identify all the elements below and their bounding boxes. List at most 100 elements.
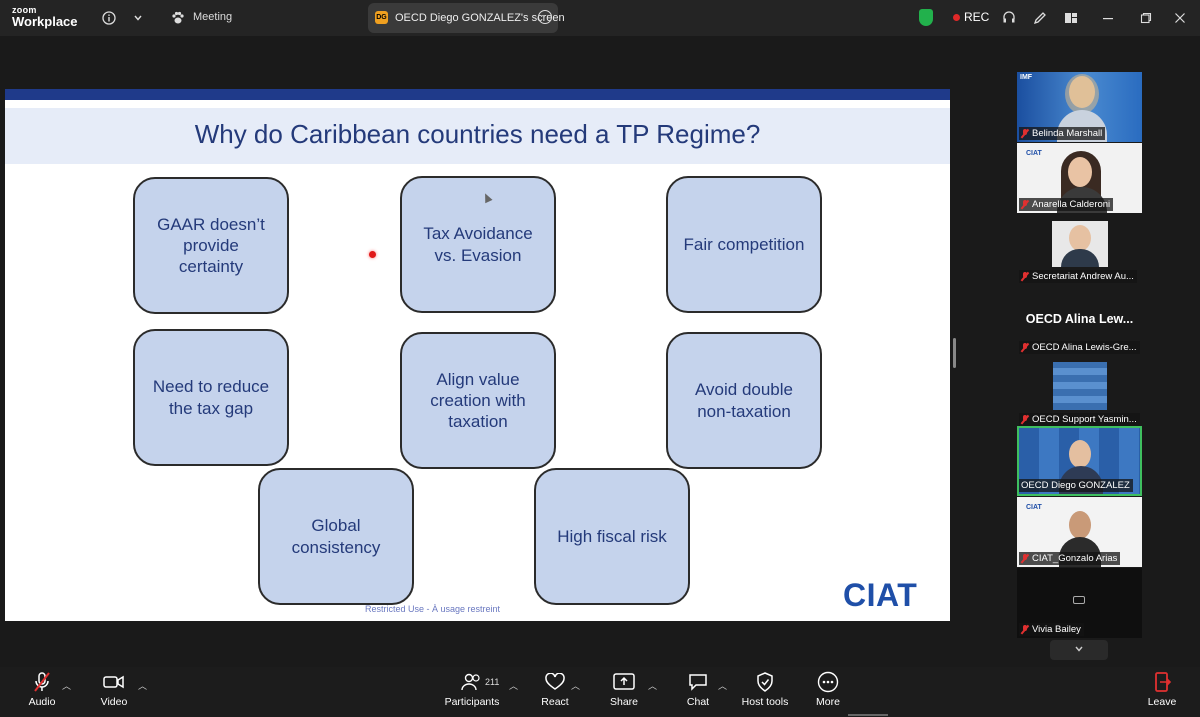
leave-button[interactable]: Leave — [1148, 667, 1176, 717]
audio-label: Audio — [28, 696, 56, 708]
participant-tile[interactable]: IMF Belinda Marshall — [1017, 72, 1142, 142]
minimize-icon[interactable] — [1098, 8, 1118, 28]
video-button[interactable]: Video — [98, 667, 130, 717]
participant-name: Vivia Bailey — [1019, 623, 1084, 636]
view-layout-icon[interactable] — [1061, 8, 1081, 28]
react-label: React — [541, 696, 569, 708]
participant-face — [1069, 225, 1091, 251]
slide-box-text: Avoid double non-taxation — [695, 380, 793, 421]
chat-options-caret[interactable]: ︿ — [718, 679, 727, 692]
video-options-caret[interactable]: ︿ — [138, 679, 147, 692]
leave-label: Leave — [1147, 696, 1177, 708]
react-options-caret[interactable]: ︿ — [571, 679, 580, 692]
chevron-down-icon — [1075, 646, 1083, 652]
meeting-toolbar: Audio ︿ Video ︿ Participants 211 ︿ React… — [0, 667, 1200, 717]
tile-org-label: IMF — [1020, 74, 1033, 81]
screen-share-tab[interactable]: DG OECD Diego GONZALEZ's screen ··· — [368, 3, 565, 33]
participant-tile[interactable]: OECD Alina Lewis-Gre... — [1017, 336, 1142, 356]
more-options-icon[interactable]: ··· — [538, 10, 552, 24]
participant-tile-active-speaker[interactable]: OECD Diego GONZALEZ — [1017, 426, 1142, 496]
audio-button[interactable]: Audio — [24, 667, 60, 717]
rec-label: REC — [964, 10, 990, 24]
slide-footer: Restricted Use - À usage restreint — [364, 604, 501, 614]
restore-icon[interactable] — [1136, 8, 1156, 28]
share-button[interactable]: Share — [609, 667, 639, 717]
more-label: More — [816, 696, 840, 708]
annotate-pen-icon[interactable] — [1030, 8, 1050, 28]
video-label: Video — [100, 696, 128, 708]
share-label: Share — [609, 696, 639, 708]
presenter-badge: DG — [375, 11, 388, 24]
mic-muted-icon — [1021, 554, 1029, 563]
host-tools-button[interactable]: Host tools — [741, 667, 789, 717]
participants-button[interactable]: Participants — [444, 667, 500, 717]
panel-resize-handle[interactable] — [953, 338, 956, 368]
participant-name: Secretariat Andrew Au... — [1019, 270, 1137, 283]
participant-tile[interactable]: CIAT CIAT_Gonzalo Arias — [1017, 497, 1142, 567]
chat-bubble-icon — [686, 671, 710, 693]
participant-name: OECD Support Yasmin... — [1019, 413, 1140, 426]
meeting-label[interactable]: Meeting — [193, 11, 232, 23]
mic-muted-icon — [1021, 343, 1029, 352]
panel-scroll-down-button[interactable] — [1050, 640, 1108, 660]
slide-box-text: Global consistency — [291, 516, 381, 557]
participant-name-text: Vivia Bailey — [1032, 624, 1081, 635]
slide-box: Tax Avoidance vs. Evasion — [400, 176, 556, 313]
participant-face — [1069, 440, 1091, 468]
slide-box: GAAR doesn’t provide certainty — [133, 177, 289, 314]
security-shield-icon[interactable] — [919, 9, 933, 26]
chevron-down-icon[interactable] — [128, 8, 148, 28]
slide-box-text: High fiscal risk — [557, 526, 667, 546]
chat-label: Chat — [686, 696, 710, 708]
participant-count: 211 — [485, 677, 500, 687]
chat-button[interactable]: Chat — [686, 667, 710, 717]
slide-box: Avoid double non-taxation — [666, 332, 822, 469]
recording-indicator[interactable]: REC — [953, 10, 989, 24]
headset-icon[interactable] — [999, 8, 1019, 28]
participant-name: Anarella Calderoni — [1019, 198, 1114, 211]
share-options-caret[interactable]: ︿ — [648, 679, 657, 692]
mic-muted-icon — [30, 671, 54, 693]
tile-org-label: CIAT — [1026, 150, 1042, 157]
slide-box: Need to reduce the tax gap — [133, 329, 289, 466]
participant-name-only-label: OECD Alina Lew... — [1025, 312, 1134, 326]
more-dots-icon — [816, 671, 840, 693]
participant-tile[interactable]: Secretariat Andrew Au... — [1017, 215, 1142, 285]
participant-name-text: Anarella Calderoni — [1032, 199, 1111, 210]
zoom-logo: zoom Workplace — [12, 6, 78, 29]
slide-box-text: Need to reduce the tax gap — [152, 377, 270, 418]
audio-options-caret[interactable]: ︿ — [62, 679, 71, 692]
camera-off-icon — [1073, 596, 1085, 604]
logo-bottom-text: Workplace — [12, 14, 78, 29]
info-icon[interactable] — [99, 8, 119, 28]
participants-icon — [460, 671, 484, 693]
participant-name: OECD Alina Lewis-Gre... — [1019, 341, 1140, 354]
participant-name-text: OECD Diego GONZALEZ — [1021, 480, 1130, 491]
shared-slide: Why do Caribbean countries need a TP Reg… — [5, 89, 950, 621]
participant-face — [1069, 511, 1091, 539]
paw-icon[interactable] — [168, 8, 188, 28]
participant-tile[interactable]: Vivia Bailey — [1017, 568, 1142, 638]
participant-tile[interactable]: OECD Support Yasmin... — [1017, 358, 1142, 428]
participant-tile[interactable]: CIAT Anarella Calderoni — [1017, 143, 1142, 213]
slide-box: Align value creation with taxation — [400, 332, 556, 469]
laser-pointer — [369, 251, 376, 258]
react-button[interactable]: React — [540, 667, 570, 717]
slide-box-text: Align value creation with taxation — [430, 369, 526, 432]
record-dot-icon — [953, 13, 960, 21]
slide-box-text: GAAR doesn’t provide certainty — [157, 214, 265, 277]
participant-hair — [1065, 74, 1099, 114]
share-screen-icon — [612, 671, 636, 693]
more-button[interactable]: More — [814, 667, 842, 717]
mic-muted-icon — [1021, 200, 1029, 209]
participant-name-text: Belinda Marshall — [1032, 128, 1103, 139]
video-camera-icon — [102, 671, 126, 693]
slide-box: High fiscal risk — [534, 468, 690, 605]
close-icon[interactable] — [1170, 8, 1190, 28]
participant-name-text: OECD Alina Lewis-Gre... — [1032, 342, 1137, 353]
slide-box: Global consistency — [258, 468, 414, 605]
heart-icon — [543, 671, 567, 693]
host-tools-label: Host tools — [741, 696, 789, 708]
participants-options-caret[interactable]: ︿ — [509, 679, 518, 692]
participant-name: CIAT_Gonzalo Arias — [1019, 552, 1121, 565]
